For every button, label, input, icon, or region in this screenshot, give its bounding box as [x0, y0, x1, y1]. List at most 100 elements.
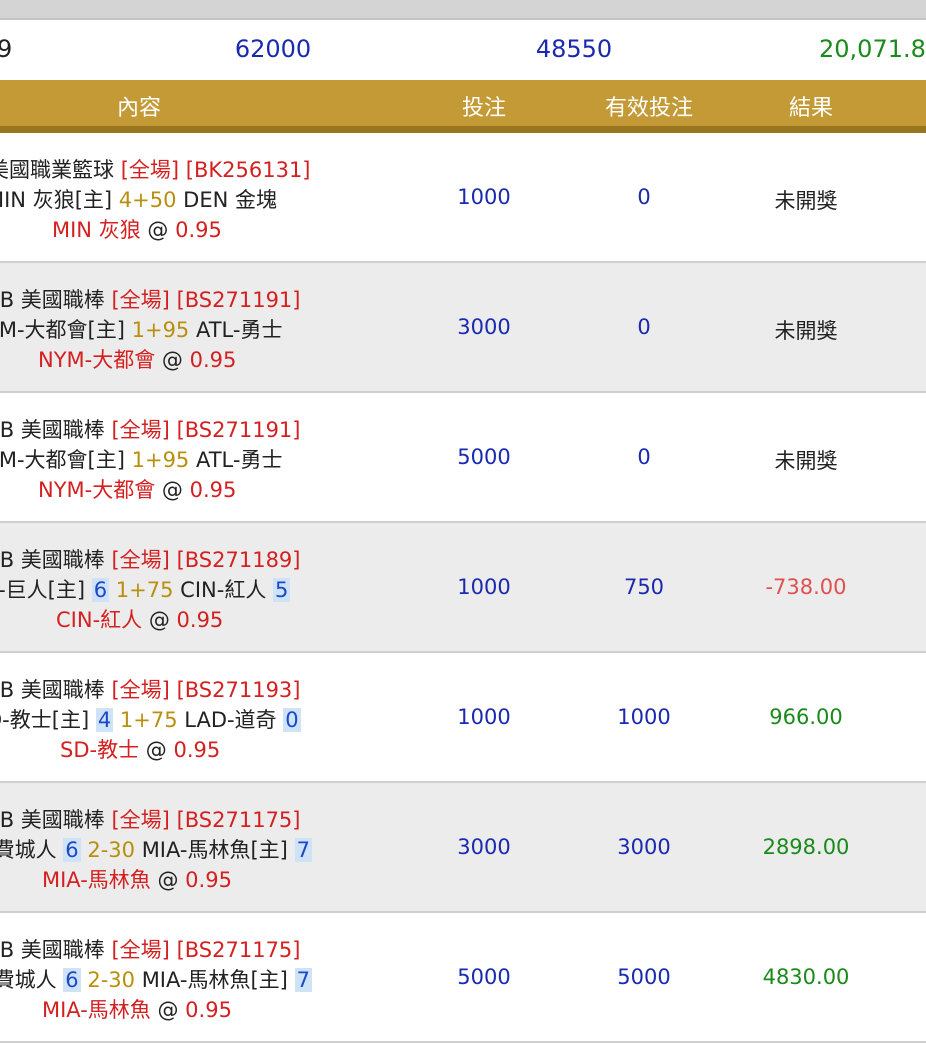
pick-odds: 0.95 [175, 218, 222, 242]
valid-bet-amount: 1000 [617, 705, 671, 729]
match-code: [BS271191] [176, 418, 301, 442]
bet-content: LB 美國職棒 [全場] [BS271191] YM-大都會[主] 1+95 A… [0, 415, 400, 505]
bet-result: 未開獎 [774, 449, 838, 473]
league-name: LB 美國職棒 [0, 938, 105, 962]
pick-at: @ [157, 868, 179, 892]
bet-content: LB 美國職棒 [全場] [BS271175] -費城人 6 2-30 MIA-… [0, 805, 400, 895]
away-team: DEN 金塊 [183, 188, 277, 212]
league-name: 美國職業籃球 [0, 158, 114, 182]
bet-amount: 5000 [457, 445, 511, 469]
match-header: LB 美國職棒 [全場] [BS271175] [0, 805, 400, 835]
bet-row[interactable]: LB 美國職棒 [全場] [BS271191] YM-大都會[主] 1+95 A… [0, 263, 926, 393]
away-team: ATL-勇士 [195, 318, 283, 342]
match-header: LB 美國職棒 [全場] [BS271189] [0, 545, 400, 575]
pick-odds: 0.95 [185, 998, 232, 1022]
bet-scope: [全場] [111, 678, 170, 702]
bet-result: -738.00 [765, 575, 847, 599]
handicap-line: 1+95 [131, 318, 190, 342]
header-content: 內容 [116, 96, 161, 121]
match-code: [BS271189] [176, 548, 301, 572]
bet-row[interactable]: 美國職業籃球 [全場] [BK256131] MIN 灰狼[主] 4+50 DE… [0, 133, 926, 263]
bet-result: 未開獎 [774, 319, 838, 343]
bet-amount: 1000 [457, 185, 511, 209]
bet-result: 2898.00 [762, 835, 850, 859]
bet-amount: 3000 [457, 835, 511, 859]
bet-pick: CIN-紅人 @ 0.95 [56, 605, 400, 635]
bet-row[interactable]: LB 美國職棒 [全場] [BS271175] -費城人 6 2-30 MIA-… [0, 783, 926, 913]
header-result: 結果 [788, 96, 833, 121]
summary-row: 9 62000 48550 20,071.80 [0, 20, 926, 80]
valid-bet-amount: 0 [637, 445, 651, 469]
bet-row[interactable]: LB 美國職棒 [全場] [BS271189] F-巨人[主] 6 1+75 C… [0, 523, 926, 653]
bet-content: LB 美國職棒 [全場] [BS271191] YM-大都會[主] 1+95 A… [0, 285, 400, 375]
bet-row[interactable]: LB 美國職棒 [全場] [BS271175] -費城人 6 2-30 MIA-… [0, 913, 926, 1043]
bet-pick: MIN 灰狼 @ 0.95 [52, 215, 400, 245]
bet-content: LB 美國職棒 [全場] [BS271189] F-巨人[主] 6 1+75 C… [0, 545, 400, 635]
valid-bet-amount: 0 [637, 315, 651, 339]
away-team: MIA-馬林魚[主] [141, 838, 288, 862]
match-header: LB 美國職棒 [全場] [BS271191] [0, 285, 400, 315]
home-team: -費城人 [0, 968, 57, 992]
handicap-line: 1+95 [131, 448, 190, 472]
bet-scope: [全場] [111, 288, 170, 312]
pick-team: MIN 灰狼 [52, 218, 141, 242]
top-bar [0, 0, 926, 20]
matchup: MIN 灰狼[主] 4+50 DEN 金塊 [0, 185, 400, 215]
bet-row[interactable]: LB 美國職棒 [全場] [BS271191] YM-大都會[主] 1+95 A… [0, 393, 926, 523]
handicap-line: 2-30 [87, 968, 135, 992]
pick-odds: 0.95 [185, 868, 232, 892]
handicap-line: 1+75 [119, 708, 178, 732]
home-team: F-巨人[主] [0, 578, 86, 602]
matchup: YM-大都會[主] 1+95 ATL-勇士 [0, 445, 400, 475]
bet-amount: 1000 [457, 705, 511, 729]
bet-scope: [全場] [111, 808, 170, 832]
bet-list: 美國職業籃球 [全場] [BK256131] MIN 灰狼[主] 4+50 DE… [0, 133, 926, 1043]
match-code: [BS271175] [176, 938, 301, 962]
matchup: F-巨人[主] 6 1+75 CIN-紅人 5 [0, 575, 400, 605]
home-score: 4 [95, 708, 114, 732]
matchup: D-教士[主] 4 1+75 LAD-道奇 0 [0, 705, 400, 735]
away-team: CIN-紅人 [180, 578, 267, 602]
valid-bet-amount: 5000 [617, 965, 671, 989]
matchup: YM-大都會[主] 1+95 ATL-勇士 [0, 315, 400, 345]
away-team: LAD-道奇 [184, 708, 277, 732]
pick-at: @ [145, 738, 167, 762]
away-team: MIA-馬林魚[主] [141, 968, 288, 992]
pick-team: NYM-大都會 [38, 348, 156, 372]
match-header: 美國職業籃球 [全場] [BK256131] [0, 155, 400, 185]
bet-pick: NYM-大都會 @ 0.95 [38, 345, 400, 375]
away-score: 7 [294, 968, 312, 992]
league-name: LB 美國職棒 [0, 548, 105, 572]
bet-content: LB 美國職棒 [全場] [BS271193] D-教士[主] 4 1+75 L… [0, 675, 400, 765]
match-code: [BS271191] [176, 288, 301, 312]
match-code: [BK256131] [185, 158, 311, 182]
pick-at: @ [161, 348, 183, 372]
match-header: LB 美國職棒 [全場] [BS271191] [0, 415, 400, 445]
pick-odds: 0.95 [189, 348, 237, 372]
handicap-line: 2-30 [87, 838, 135, 862]
handicap-line: 1+75 [115, 578, 174, 602]
pick-team: MIA-馬林魚 [42, 868, 151, 892]
matchup: -費城人 6 2-30 MIA-馬林魚[主] 7 [0, 835, 400, 865]
league-name: LB 美國職棒 [0, 808, 105, 832]
table-header: 內容 投注 有效投注 結果 [0, 80, 926, 133]
pick-team: NYM-大都會 [38, 478, 156, 502]
pick-odds: 0.95 [176, 608, 224, 632]
league-name: LB 美國職棒 [0, 678, 105, 702]
bet-amount: 5000 [457, 965, 511, 989]
bet-amount: 1000 [457, 575, 511, 599]
pick-at: @ [148, 608, 170, 632]
away-team: ATL-勇士 [195, 448, 283, 472]
matchup: -費城人 6 2-30 MIA-馬林魚[主] 7 [0, 965, 400, 995]
header-bet: 投注 [461, 96, 506, 121]
away-score: 0 [283, 708, 301, 732]
home-score: 6 [91, 578, 110, 602]
home-team: -費城人 [0, 838, 57, 862]
bet-scope: [全場] [111, 938, 170, 962]
home-score: 6 [63, 968, 81, 992]
league-name: LB 美國職棒 [0, 418, 105, 442]
away-score: 5 [273, 578, 291, 602]
valid-bet-amount: 0 [637, 185, 651, 209]
bet-row[interactable]: LB 美國職棒 [全場] [BS271193] D-教士[主] 4 1+75 L… [0, 653, 926, 783]
home-team: YM-大都會[主] [0, 318, 125, 342]
